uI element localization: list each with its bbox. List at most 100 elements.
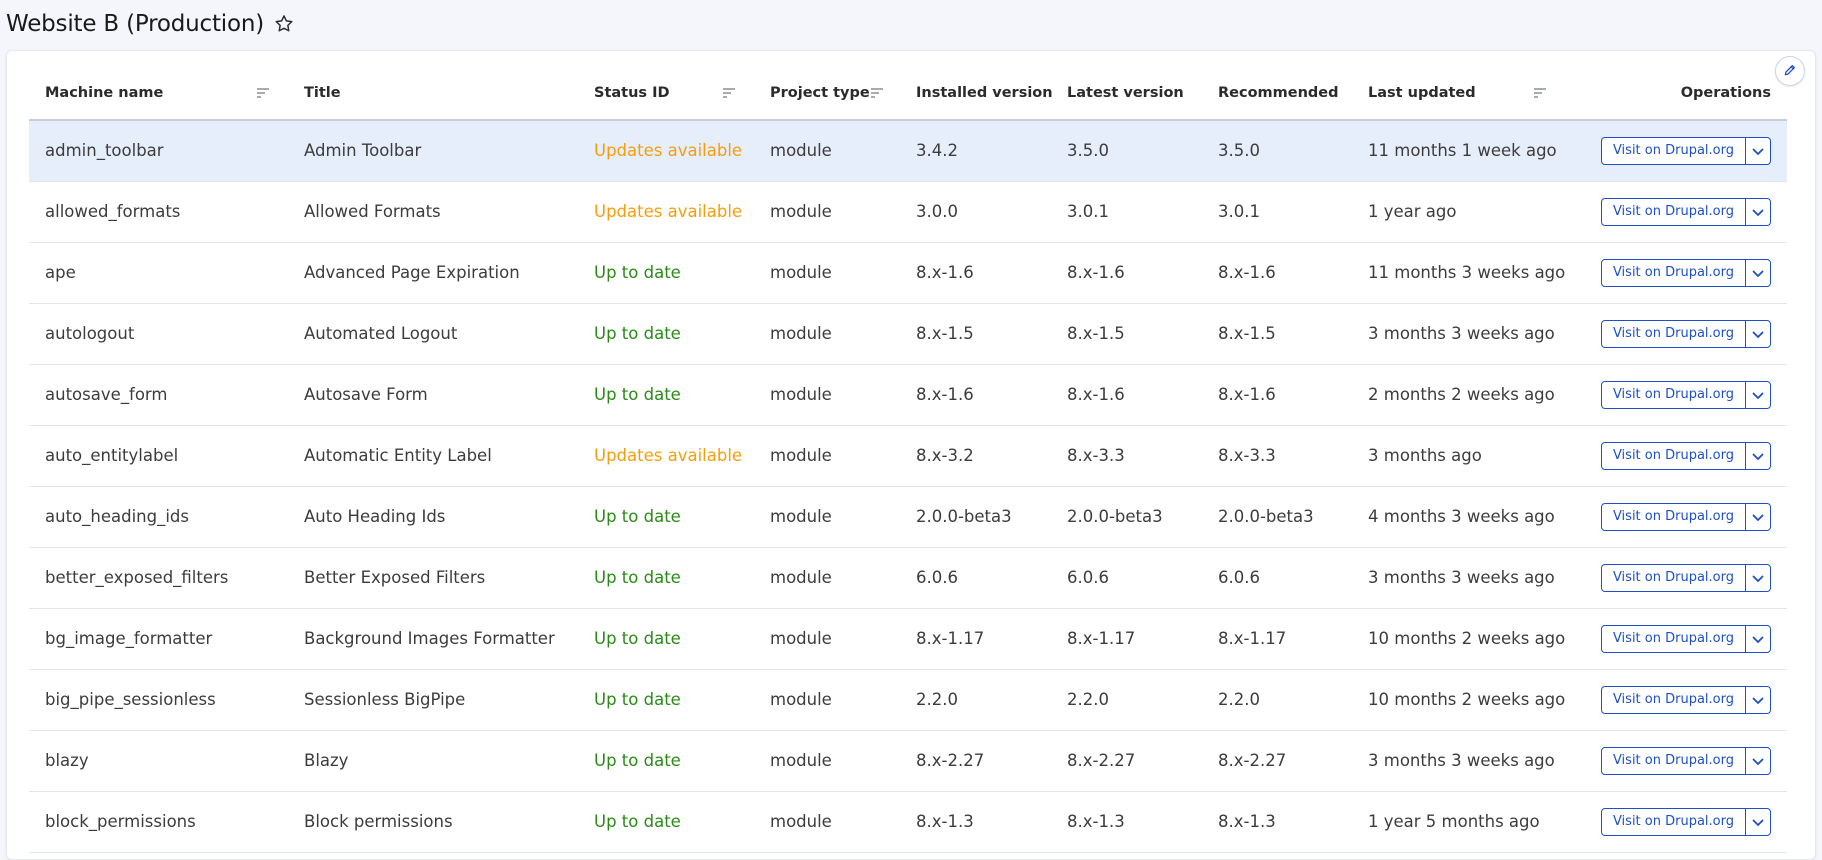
column-header-operations: Operations [1565,67,1787,121]
sort-icon[interactable] [722,87,736,99]
visit-drupal-org-button[interactable]: Visit on Drupal.org [1602,809,1745,835]
cell-project-type: module [754,181,900,243]
operations-dropbutton: Visit on Drupal.org [1600,563,1771,592]
chevron-down-icon [1752,568,1764,587]
cell-recommended: 8.x-3.3 [1202,425,1352,487]
cell-operations: Visit on Drupal.org [1565,730,1787,792]
operations-toggle-button[interactable] [1745,686,1770,713]
cell-last-updated: 1 year ago [1352,181,1565,243]
visit-drupal-org-button[interactable]: Visit on Drupal.org [1602,321,1745,347]
cell-installed-version: 8.x-3.2 [900,425,1051,487]
operations-toggle-button[interactable] [1745,137,1770,164]
table-row[interactable]: admin_toolbar Admin Toolbar Updates availa… [29,120,1787,182]
cell-latest-version: 8.x-1.5 [1051,303,1202,365]
operations-toggle-button[interactable] [1745,503,1770,530]
table-row[interactable]: auto_entitylabel Automatic Entity Label Up… [29,425,1787,487]
cell-recommended: 8.x-1.3 [1202,791,1352,853]
cell-title: Better Exposed Filters [288,547,578,609]
operations-toggle-button[interactable] [1745,259,1770,286]
operations-dropbutton: Visit on Drupal.org [1600,746,1771,775]
visit-drupal-org-button[interactable]: Visit on Drupal.org [1602,504,1745,530]
table-row[interactable]: blazy Blazy Up to date module 8.x-2.27 8.x-2.… [29,730,1787,792]
column-header-last-updated[interactable]: Last updated [1352,67,1565,121]
cell-latest-version: 3.5.0 [1051,120,1202,182]
table-row[interactable]: better_exposed_filters Better Exposed Fil… [29,547,1787,609]
cell-installed-version: 2.0.0-beta3 [900,486,1051,548]
chevron-down-icon [1752,690,1764,709]
operations-toggle-button[interactable] [1745,442,1770,469]
cell-last-updated: 1 year 5 months ago [1352,791,1565,853]
cell-title: Advanced Page Expiration [288,242,578,304]
table-row[interactable]: auto_heading_ids Auto Heading Ids Up to da… [29,486,1787,548]
cell-operations: Visit on Drupal.org [1565,425,1787,487]
edit-button[interactable] [1775,56,1805,86]
cell-title: Automatic Entity Label [288,425,578,487]
cell-latest-version: 8.x-1.6 [1051,242,1202,304]
sort-icon[interactable] [256,87,270,99]
operations-dropbutton: Visit on Drupal.org [1600,136,1771,165]
cell-latest-version: 8.x-1.3 [1051,791,1202,853]
visit-drupal-org-button[interactable]: Visit on Drupal.org [1602,626,1745,652]
cell-status: Up to date [578,364,754,426]
visit-drupal-org-button[interactable]: Visit on Drupal.org [1602,748,1745,774]
cell-project-type: module [754,669,900,731]
cell-latest-version: 3.0.1 [1051,181,1202,243]
cell-recommended: 8.x-1.5 [1202,303,1352,365]
table-row[interactable]: autologout Automated Logout Up to date modu… [29,303,1787,365]
operations-toggle-button[interactable] [1745,747,1770,774]
visit-drupal-org-button[interactable]: Visit on Drupal.org [1602,443,1745,469]
cell-machine-name: auto_heading_ids [29,486,288,548]
visit-drupal-org-button[interactable]: Visit on Drupal.org [1602,565,1745,591]
column-header-project-type[interactable]: Project type [754,67,900,121]
operations-toggle-button[interactable] [1745,381,1770,408]
cell-installed-version: 8.x-1.3 [900,791,1051,853]
cell-title: Blazy [288,730,578,792]
sort-icon[interactable] [870,87,884,99]
cell-recommended: 3.5.0 [1202,120,1352,182]
visit-drupal-org-button[interactable]: Visit on Drupal.org [1602,138,1745,164]
cell-recommended: 3.0.1 [1202,181,1352,243]
operations-dropbutton: Visit on Drupal.org [1600,319,1771,348]
cell-title: Automated Logout [288,303,578,365]
operations-toggle-button[interactable] [1745,808,1770,835]
cell-operations: Visit on Drupal.org [1565,303,1787,365]
cell-status: Up to date [578,303,754,365]
operations-toggle-button[interactable] [1745,625,1770,652]
visit-drupal-org-button[interactable]: Visit on Drupal.org [1602,260,1745,286]
cell-recommended: 2.0.0-beta3 [1202,486,1352,548]
operations-dropbutton: Visit on Drupal.org [1600,258,1771,287]
visit-drupal-org-button[interactable]: Visit on Drupal.org [1602,199,1745,225]
cell-status: Up to date [578,547,754,609]
cell-operations: Visit on Drupal.org [1565,608,1787,670]
cell-latest-version: 6.0.6 [1051,547,1202,609]
cell-machine-name: big_pipe_sessionless [29,669,288,731]
visit-drupal-org-button[interactable]: Visit on Drupal.org [1602,382,1745,408]
operations-toggle-button[interactable] [1745,320,1770,347]
table-row[interactable]: bg_image_formatter Background Images Form… [29,608,1787,670]
pencil-icon [1783,62,1797,81]
visit-drupal-org-button[interactable]: Visit on Drupal.org [1602,687,1745,713]
cell-machine-name: allowed_formats [29,181,288,243]
column-header-status-id[interactable]: Status ID [578,67,754,121]
column-header-machine-name[interactable]: Machine name [29,67,288,121]
cell-recommended: 8.x-1.6 [1202,242,1352,304]
cell-installed-version: 8.x-1.6 [900,242,1051,304]
cell-operations: Visit on Drupal.org [1565,486,1787,548]
table-row[interactable]: ape Advanced Page Expiration Up to date mod… [29,242,1787,304]
cell-last-updated: 3 months 3 weeks ago [1352,547,1565,609]
cell-installed-version: 6.0.6 [900,547,1051,609]
cell-latest-version: 2.0.0-beta3 [1051,486,1202,548]
sort-icon[interactable] [1533,87,1547,99]
column-header-label: Project type [770,85,870,101]
modules-table: Machine name Title Status ID Project typ… [29,67,1787,853]
table-row[interactable]: big_pipe_sessionless Sessionless BigPipe U… [29,669,1787,731]
chevron-down-icon [1752,263,1764,282]
page-header: Website B (Production) [0,0,1822,48]
table-row[interactable]: allowed_formats Allowed Formats Updates av… [29,181,1787,243]
operations-toggle-button[interactable] [1745,198,1770,225]
operations-toggle-button[interactable] [1745,564,1770,591]
table-row[interactable]: autosave_form Autosave Form Up to date modu… [29,364,1787,426]
table-row[interactable]: block_permissions Block permissions Up to … [29,791,1787,853]
cell-installed-version: 8.x-1.6 [900,364,1051,426]
star-icon[interactable] [273,13,295,35]
